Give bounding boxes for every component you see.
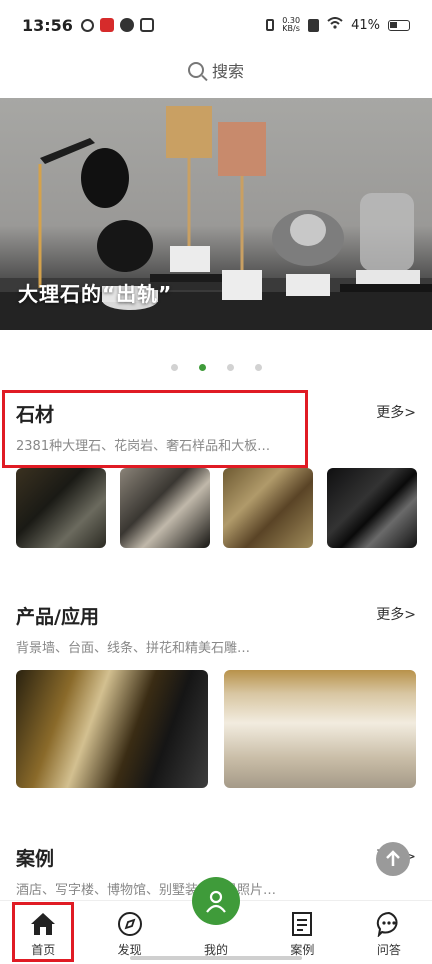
search-icon bbox=[187, 62, 204, 78]
user-icon bbox=[192, 877, 241, 925]
stone-thumbnail[interactable] bbox=[327, 468, 417, 548]
battery-percent: 41% bbox=[351, 17, 380, 33]
wifi-icon bbox=[327, 17, 343, 33]
carousel-dot-active[interactable] bbox=[198, 364, 206, 371]
search-bar[interactable]: 搜索 bbox=[0, 52, 432, 88]
status-bar: 13:56 0.30 KB/s 41% bbox=[0, 0, 432, 50]
nav-label: 问答 bbox=[376, 943, 401, 957]
section-title: 产品/应用 bbox=[16, 606, 99, 628]
section-products-header[interactable]: 产品/应用 更多> 背景墙、台面、线条、拼花和精美石雕… bbox=[16, 602, 416, 656]
section-more-link[interactable]: 更多> bbox=[376, 604, 416, 624]
status-time: 13:56 bbox=[22, 15, 73, 35]
section-title: 案例 bbox=[16, 848, 55, 870]
chat-icon bbox=[376, 911, 402, 937]
search-label: 搜索 bbox=[211, 62, 244, 81]
banner-title: 大理石的“出轨” bbox=[18, 282, 173, 306]
product-thumbnail[interactable] bbox=[224, 670, 416, 788]
carousel-dot[interactable] bbox=[226, 364, 234, 371]
app-notification-icon bbox=[119, 18, 134, 32]
compass-icon bbox=[117, 911, 143, 937]
section-more-link[interactable]: 更多> bbox=[376, 402, 416, 422]
no-sim-icon bbox=[308, 18, 320, 32]
app-notification-icon bbox=[139, 18, 154, 32]
network-speed: 0.30 KB/s bbox=[282, 16, 301, 33]
stone-thumbnail[interactable] bbox=[120, 468, 210, 548]
product-thumbnail[interactable] bbox=[16, 670, 208, 788]
arrow-up-icon bbox=[386, 850, 400, 866]
nav-discover[interactable]: 发现 bbox=[86, 901, 172, 964]
carousel-dot[interactable] bbox=[170, 364, 178, 371]
status-app-icons bbox=[80, 18, 154, 32]
highlight-annotation-box bbox=[2, 390, 308, 468]
app-notification-icon bbox=[99, 18, 114, 32]
highlight-annotation-box bbox=[12, 902, 74, 962]
gesture-bar bbox=[130, 956, 302, 960]
document-icon bbox=[289, 911, 315, 937]
stone-thumbnail[interactable] bbox=[223, 468, 313, 548]
status-right: 0.30 KB/s 41% bbox=[266, 17, 410, 33]
nav-mine[interactable]: 我的 bbox=[173, 877, 259, 964]
stone-thumbnail[interactable] bbox=[16, 468, 106, 548]
battery-icon bbox=[388, 19, 410, 31]
nav-qa[interactable]: 问答 bbox=[346, 901, 432, 964]
scroll-to-top-button[interactable] bbox=[376, 842, 410, 876]
section-description: 背景墙、台面、线条、拼花和精美石雕… bbox=[16, 641, 251, 656]
app-notification-icon bbox=[80, 18, 94, 32]
carousel-indicators bbox=[0, 364, 432, 371]
banner-carousel[interactable]: 大理石的“出轨” bbox=[0, 98, 432, 330]
nav-cases[interactable]: 案例 bbox=[259, 901, 345, 964]
carousel-dot[interactable] bbox=[254, 364, 262, 371]
vibrate-icon bbox=[266, 19, 275, 31]
